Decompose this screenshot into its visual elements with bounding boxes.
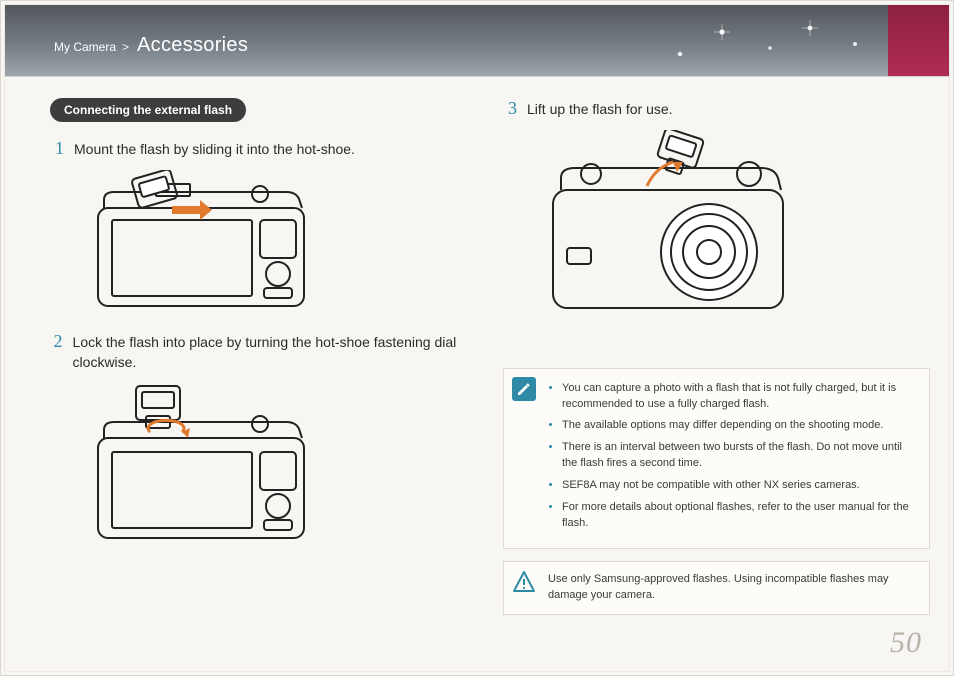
illustration-step-2: [86, 382, 477, 550]
warning-text: Use only Samsung-approved flashes. Using…: [548, 572, 917, 604]
tip-item: There is an interval between two bursts …: [562, 440, 917, 472]
breadcrumb-section: My Camera: [54, 40, 116, 54]
tip-item: You can capture a photo with a flash tha…: [562, 381, 917, 413]
step-1: 1 Mount the flash by sliding it into the…: [50, 138, 477, 160]
tip-item: The available options may differ dependi…: [562, 418, 917, 434]
step-text: Lift up the flash for use.: [527, 99, 673, 119]
step-2: 2 Lock the flash into place by turning t…: [50, 331, 477, 373]
tip-item: SEF8A may not be compatible with other N…: [562, 478, 917, 494]
header-sparkle-decoration: [650, 14, 910, 74]
edit-note-icon: [512, 377, 536, 401]
tips-list: You can capture a photo with a flash tha…: [548, 381, 917, 533]
step-3: 3 Lift up the flash for use.: [503, 98, 930, 120]
right-column: 3 Lift up the flash for use.: [503, 98, 930, 615]
warning-icon: [512, 570, 536, 594]
tip-item: For more details about optional flashes,…: [562, 500, 917, 532]
step-text: Mount the flash by sliding it into the h…: [74, 139, 355, 159]
illustration-step-3: [539, 130, 930, 328]
breadcrumb: My Camera > Accessories: [54, 34, 248, 57]
step-number: 2: [50, 331, 63, 353]
warning-note: Use only Samsung-approved flashes. Using…: [503, 561, 930, 615]
tips-note: You can capture a photo with a flash tha…: [503, 368, 930, 550]
page-number: 50: [890, 626, 922, 660]
breadcrumb-separator: >: [122, 40, 129, 54]
step-number: 3: [503, 98, 517, 120]
step-text: Lock the flash into place by turning the…: [73, 332, 477, 373]
step-number: 1: [50, 138, 64, 160]
page-title: Accessories: [137, 34, 248, 57]
subsection-pill: Connecting the external flash: [50, 98, 246, 122]
illustration-step-1: [86, 170, 477, 315]
header-accent: [888, 4, 950, 76]
left-column: Connecting the external flash 1 Mount th…: [50, 98, 477, 615]
page-header: My Camera > Accessories: [4, 4, 950, 76]
